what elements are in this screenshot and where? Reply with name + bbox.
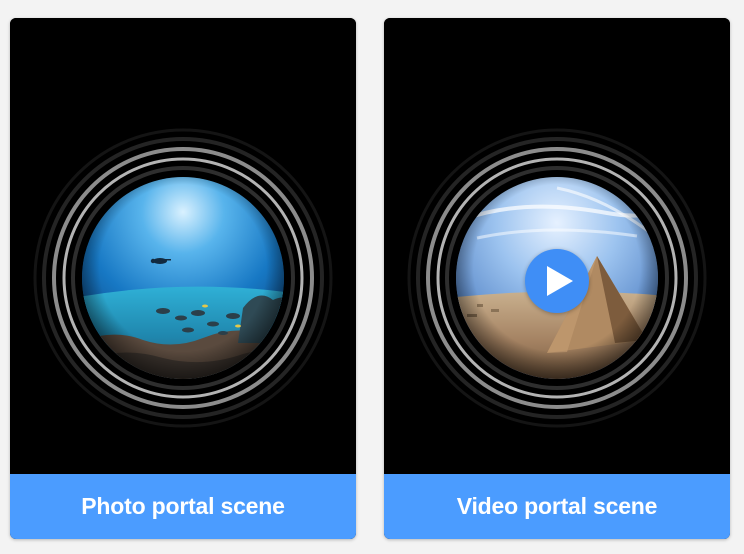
photo-portal-card[interactable]: Photo portal scene — [10, 18, 356, 539]
video-portal-preview — [384, 18, 730, 474]
photo-portal-preview — [10, 18, 356, 474]
play-icon — [546, 266, 573, 296]
underwater-sphere-image — [33, 128, 333, 428]
photo-portal-sphere — [33, 128, 333, 428]
play-button[interactable] — [525, 249, 589, 313]
photo-portal-title: Photo portal scene — [81, 493, 285, 519]
video-portal-title: Video portal scene — [456, 493, 658, 519]
video-portal-card[interactable]: Video portal scene — [384, 18, 730, 539]
photo-portal-footer[interactable]: Photo portal scene — [10, 474, 356, 539]
video-portal-footer[interactable]: Video portal scene — [384, 474, 730, 539]
